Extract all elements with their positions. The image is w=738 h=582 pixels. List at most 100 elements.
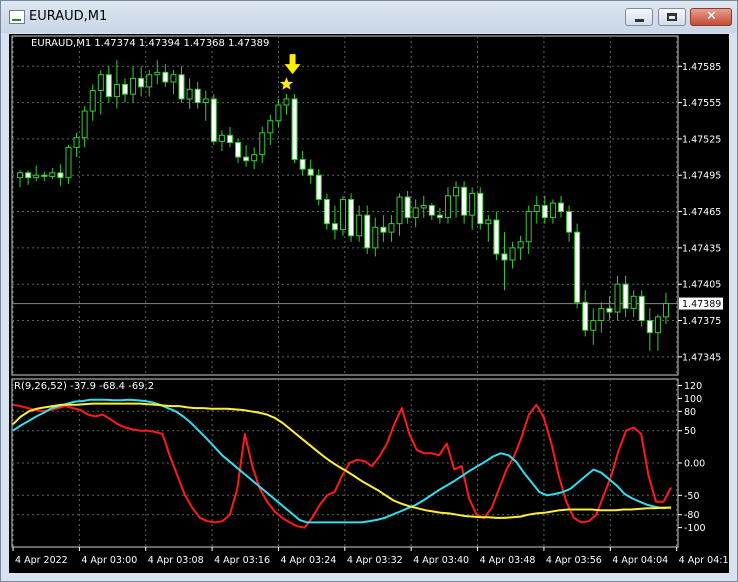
candle-bull: [130, 77, 137, 95]
candle-bull: [267, 120, 274, 134]
maximize-icon: [667, 13, 677, 21]
candle-bull: [17, 172, 24, 179]
osc-tick-label: -80: [684, 510, 700, 521]
candle-bull: [533, 205, 540, 213]
candle-bear: [178, 74, 185, 100]
candle-bull: [251, 154, 258, 162]
candle-bear: [210, 98, 217, 142]
candle-bear: [57, 172, 64, 179]
candle-bull: [412, 207, 419, 219]
candle-bear: [194, 88, 201, 104]
candle-bull: [218, 134, 225, 142]
chart-canvas[interactable]: 4 Apr 2022 4 Apr 03:00 4 Apr 03:08 4 Apr 03…: [9, 34, 729, 573]
osc-tick-label: 0.00: [684, 459, 705, 470]
candle-bear: [331, 223, 338, 231]
osc-tick-label: 50: [684, 426, 696, 437]
candle-bear: [541, 205, 548, 219]
candle-bull: [485, 219, 492, 225]
candle-bear: [638, 295, 645, 322]
candle-bull: [453, 186, 460, 197]
maximize-button[interactable]: [658, 8, 686, 26]
x-tick-label: 4 Apr 2022: [15, 555, 68, 566]
candle-bull: [525, 211, 532, 243]
candle-bull: [283, 98, 290, 106]
candle-bear: [582, 301, 589, 331]
candle-bear: [461, 186, 468, 216]
candle-bull: [356, 214, 363, 237]
candle-bull: [339, 198, 347, 231]
chart-svg[interactable]: 4 Apr 2022 4 Apr 03:00 4 Apr 03:08 4 Apr 03…: [9, 34, 729, 573]
title-bar[interactable]: EURAUD,M1 ✕: [1, 1, 737, 33]
candle-bull: [654, 316, 661, 334]
x-tick-label: 4 Apr 03:24: [280, 555, 336, 566]
candle-bear: [380, 226, 387, 233]
candle-bear: [41, 174, 48, 177]
candle-bear: [501, 253, 508, 261]
current-price-label: 1.47389: [682, 299, 721, 310]
candle-bull: [73, 137, 80, 148]
osc-tick-label: 80: [684, 407, 696, 418]
candle-bull: [146, 74, 153, 88]
candle-bear: [428, 205, 435, 216]
price-tick-label: 1.47345: [682, 352, 721, 363]
price-tick-label: 1.47585: [682, 62, 721, 73]
candle-bear: [622, 283, 629, 309]
x-tick-label: 4 Apr 03:40: [413, 555, 469, 566]
candle-bear: [105, 74, 112, 98]
candle-bear: [574, 231, 581, 303]
candle-bear: [243, 156, 250, 162]
candle-bull: [170, 74, 177, 83]
x-tick-label: 4 Apr 03:16: [214, 555, 270, 566]
price-tick-label: 1.47435: [682, 243, 721, 254]
candle-bear: [226, 134, 233, 144]
price-tick-label: 1.47525: [682, 134, 721, 145]
candle-bull: [154, 71, 161, 76]
x-tick-label: 4 Apr 03:48: [480, 555, 536, 566]
candle-bull: [202, 98, 209, 104]
candle-bear: [477, 192, 484, 225]
candle-bull: [97, 74, 104, 91]
candle-bear: [307, 168, 314, 176]
chart-window-icon: [9, 10, 25, 24]
sell-arrow-icon: [284, 54, 301, 75]
osc-tick-label: -100: [684, 523, 706, 534]
candle-bear: [235, 142, 242, 158]
candle-bear: [606, 307, 613, 313]
candle-bear: [646, 320, 653, 334]
osc-tick-label: 120: [684, 381, 702, 392]
candle-bear: [493, 219, 500, 255]
x-tick-label: 4 Apr 04:04: [612, 555, 668, 566]
candle-bull: [372, 226, 379, 249]
candle-bull: [81, 110, 88, 139]
candle-bull: [469, 192, 476, 216]
marker-layer: [279, 54, 301, 90]
candle-bear: [323, 198, 330, 225]
price-tick-label: 1.47555: [682, 98, 721, 109]
candle-bull: [614, 283, 621, 313]
x-tick-label: 4 Apr 03:00: [81, 555, 137, 566]
candle-bull: [186, 88, 193, 100]
candle-bull: [259, 132, 266, 156]
candle-bull: [420, 205, 427, 209]
minimize-button[interactable]: [625, 8, 653, 26]
candle-bear: [162, 71, 169, 83]
candle-bear: [138, 77, 145, 88]
signal-star-icon: [279, 77, 294, 90]
candle-bull: [49, 172, 56, 177]
candle-bull: [113, 83, 120, 98]
candle-bull: [630, 295, 637, 309]
candle-bear: [291, 98, 298, 160]
candle-bear: [566, 211, 573, 233]
candle-bull: [275, 104, 282, 122]
candle-bear: [348, 198, 355, 237]
candle-bull: [444, 195, 451, 219]
candle-bull: [509, 247, 516, 261]
osc-cyan-line: [12, 398, 672, 524]
candle-bull: [388, 223, 395, 233]
window-title: EURAUD,M1: [29, 9, 108, 24]
candle-bull: [662, 303, 669, 318]
osc-tick-label: 100: [684, 394, 702, 405]
candle-bear: [315, 174, 322, 200]
candle-bull: [549, 202, 556, 219]
close-button[interactable]: ✕: [690, 8, 732, 26]
